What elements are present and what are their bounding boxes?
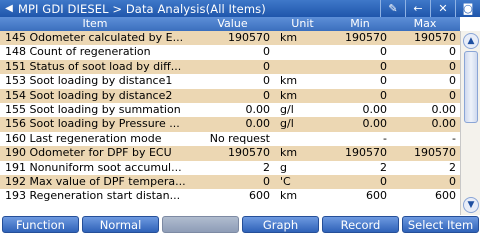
- cell-value: 0: [263, 74, 270, 88]
- cell-max: 2: [449, 160, 456, 174]
- select-item-button[interactable]: Select Item: [402, 216, 479, 233]
- graph-button[interactable]: Graph: [242, 216, 319, 233]
- record-button[interactable]: Record: [322, 216, 399, 233]
- scrollbar-thumb[interactable]: [464, 51, 478, 123]
- cell-max: 0.00: [431, 102, 457, 116]
- pencil-icon[interactable]: ✎: [380, 0, 405, 17]
- cell-unit: g/l: [280, 117, 294, 131]
- table-row[interactable]: 153 Soot loading by distance1 0 km 0 0: [0, 74, 460, 89]
- cell-max: 190570: [414, 31, 456, 44]
- cell-min: 2: [380, 160, 387, 174]
- cell-min: 0: [380, 174, 387, 188]
- cell-item: 156 Soot loading by Pressure ...: [5, 117, 180, 131]
- cell-value: 190570: [228, 146, 270, 160]
- cell-value: 2: [263, 160, 270, 174]
- cell-unit: km: [280, 31, 298, 44]
- cell-unit: km: [280, 189, 298, 203]
- cell-value: 0: [263, 88, 270, 102]
- table-row[interactable]: 191 Nonuniform soot accumul... 2 g 2 2: [0, 160, 460, 175]
- cell-item: 193 Regeneration start distan...: [5, 189, 181, 203]
- arrow-up-icon[interactable]: ▲: [463, 33, 479, 49]
- cell-value: 0: [263, 59, 270, 73]
- table-row[interactable]: 193 Regeneration start distan... 600 km 600…: [0, 189, 460, 204]
- table-row[interactable]: 192 Max value of DPF tempera... 0 'C 0 0: [0, 174, 460, 190]
- cell-min: -: [383, 131, 387, 145]
- cell-max: 0: [449, 88, 456, 102]
- cell-min: 0: [380, 88, 387, 102]
- cell-min: 190570: [345, 31, 387, 44]
- column-header-item[interactable]: Item: [0, 17, 190, 31]
- cell-min: 0.00: [362, 117, 388, 131]
- column-header-max[interactable]: Max: [390, 17, 460, 31]
- cell-value: 600: [249, 189, 270, 203]
- cell-item: 154 Soot loading by distance2: [5, 88, 173, 102]
- cell-unit: km: [280, 146, 298, 160]
- cell-max: 0: [449, 45, 456, 59]
- column-header-unit[interactable]: Unit: [275, 17, 330, 31]
- cell-max: 0.00: [431, 117, 457, 131]
- caret-left-icon[interactable]: ◀: [0, 0, 18, 17]
- cell-value: 0: [263, 45, 270, 59]
- arrow-down-icon[interactable]: ▼: [463, 197, 479, 213]
- cell-item: 190 Odometer for DPF by ECU: [5, 146, 172, 160]
- cell-min: 0: [380, 74, 387, 88]
- breadcrumb: MPI GDI DIESEL > Data Analysis(All Items…: [18, 1, 266, 16]
- cell-max: 0: [449, 174, 456, 188]
- cell-min: 600: [366, 189, 387, 203]
- function-button[interactable]: Function: [2, 216, 79, 233]
- cell-item: 192 Max value of DPF tempera...: [5, 174, 186, 188]
- cell-min: 0: [380, 45, 387, 59]
- data-table: 145 Odometer calculated by E... 190570 km 1…: [0, 31, 460, 204]
- cell-value: 0.00: [245, 117, 271, 131]
- normal-button[interactable]: Normal: [82, 216, 159, 233]
- cell-value: 0.00: [245, 102, 271, 116]
- table-row[interactable]: 160 Last regeneration mode No request - -: [0, 131, 460, 147]
- cell-max: 0: [449, 59, 456, 73]
- cell-value: 190570: [228, 31, 270, 44]
- table-header: Item Value Unit Min Max: [0, 17, 460, 31]
- cell-unit: 'C: [280, 174, 291, 188]
- title-bar: ◀ MPI GDI DIESEL > Data Analysis(All Ite…: [0, 0, 480, 17]
- cell-item: 145 Odometer calculated by E...: [5, 31, 184, 44]
- cell-item: 151 Status of soot load by diff...: [5, 59, 182, 73]
- cell-unit: km: [280, 88, 298, 102]
- cell-max: 190570: [414, 146, 456, 160]
- cell-min: 0.00: [362, 102, 388, 116]
- cell-item: 191 Nonuniform soot accumul...: [5, 160, 182, 174]
- cell-item: 148 Count of regeneration: [5, 45, 151, 59]
- cell-value: 0: [263, 174, 270, 188]
- cell-max: -: [452, 131, 456, 145]
- table-row[interactable]: 154 Soot loading by distance2 0 km 0 0: [0, 88, 460, 103]
- table-row[interactable]: 156 Soot loading by Pressure ... 0.00 g/l 0…: [0, 117, 460, 132]
- cell-min: 190570: [345, 146, 387, 160]
- back-arrow-icon[interactable]: ←: [405, 0, 430, 17]
- footer-toolbar: Function Normal Graph Record Select Item: [0, 215, 480, 234]
- cell-min: 0: [380, 59, 387, 73]
- scrollbar[interactable]: ▲ ▼: [460, 31, 480, 215]
- cell-unit: g: [280, 160, 287, 174]
- blank-button: [162, 216, 239, 233]
- cell-value: No request: [209, 131, 270, 145]
- cell-item: 155 Soot loading by summation: [5, 102, 181, 116]
- cell-max: 0: [449, 74, 456, 88]
- table-row[interactable]: 190 Odometer for DPF by ECU 190570 km 19057…: [0, 146, 460, 161]
- column-header-value[interactable]: Value: [190, 17, 275, 31]
- table-row[interactable]: 145 Odometer calculated by E... 190570 km 1…: [0, 31, 460, 46]
- table-row[interactable]: 148 Count of regeneration 0 0 0: [0, 45, 460, 60]
- column-header-min[interactable]: Min: [330, 17, 390, 31]
- cell-unit: km: [280, 74, 298, 88]
- cell-unit: g/l: [280, 102, 294, 116]
- close-icon[interactable]: ✕: [430, 0, 455, 17]
- cell-item: 153 Soot loading by distance1: [5, 74, 173, 88]
- camera-icon[interactable]: ◙: [455, 0, 480, 17]
- cell-item: 160 Last regeneration mode: [5, 131, 162, 145]
- cell-max: 600: [435, 189, 456, 203]
- table-row[interactable]: 155 Soot loading by summation 0.00 g/l 0.00…: [0, 102, 460, 118]
- table-row[interactable]: 151 Status of soot load by diff... 0 0 0: [0, 59, 460, 75]
